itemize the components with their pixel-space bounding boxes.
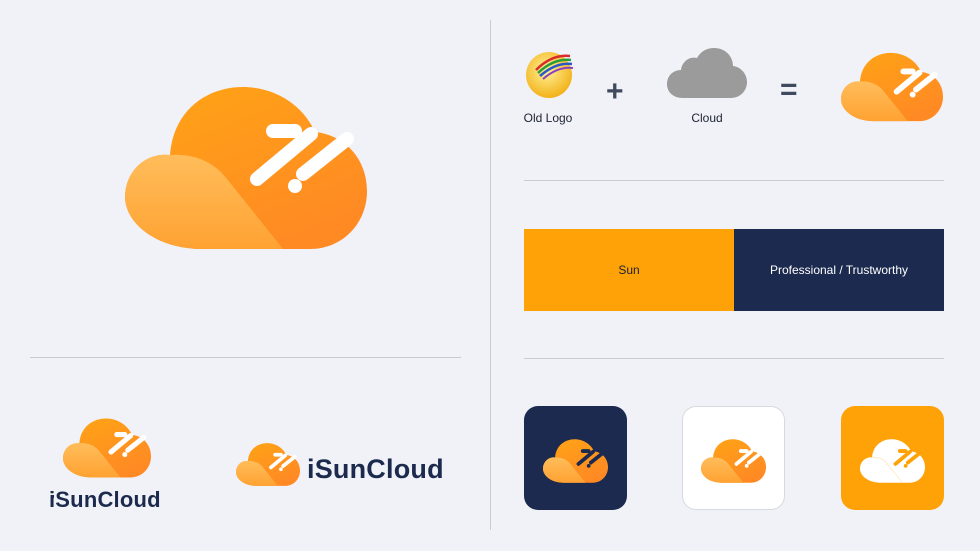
horizontal-wordmark: iSunCloud [307, 453, 444, 485]
dark-tile-cloud-icon [543, 439, 608, 483]
stacked-wordmark: iSunCloud [49, 487, 161, 513]
swatch-navy-label: Professional / Trustworthy [769, 263, 909, 277]
horizontal-lockup-cloud-icon [236, 443, 300, 486]
plus-symbol: + [606, 75, 624, 108]
orange-tile-cloud-icon [860, 439, 925, 484]
wordmark-text: iSunCloud [49, 487, 161, 512]
swatch-navy: Professional / Trustworthy [734, 229, 944, 311]
stacked-lockup-cloud-icon [63, 418, 151, 478]
result-suncloud-icon [841, 52, 943, 122]
light-tile-cloud-icon [701, 439, 766, 483]
old-logo-label: Old Logo [523, 111, 573, 125]
app-icon-dark [524, 406, 627, 510]
swatch-sun-label: Sun [618, 263, 640, 277]
grey-cloud-icon [667, 48, 747, 98]
left-horizontal-divider [30, 357, 461, 358]
vertical-divider [490, 20, 491, 530]
right-divider-top [524, 180, 944, 181]
equals-symbol: = [780, 73, 798, 106]
right-divider-bottom [524, 358, 944, 359]
wordmark-text: iSunCloud [307, 454, 444, 484]
app-icon-light [682, 406, 785, 510]
app-icon-orange [841, 406, 944, 510]
old-logo-icon [526, 52, 574, 98]
swatch-sun: Sun [524, 229, 734, 311]
cloud-label: Cloud [691, 111, 723, 125]
main-suncloud-logo-icon [125, 87, 367, 249]
